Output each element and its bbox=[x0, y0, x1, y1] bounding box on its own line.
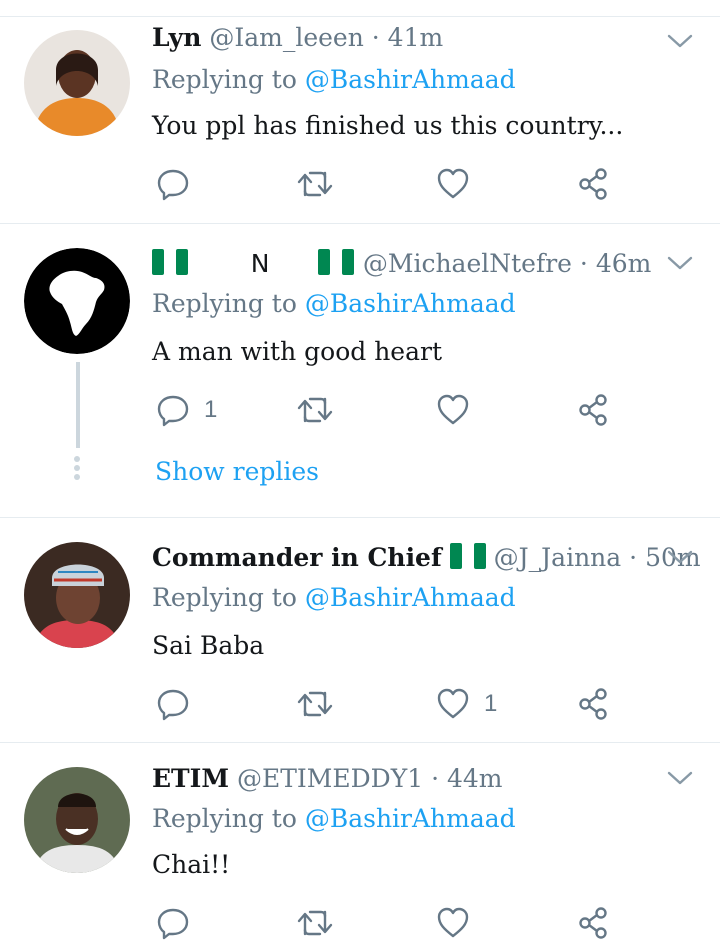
separator: · bbox=[431, 764, 440, 793]
retweet-icon bbox=[297, 171, 333, 197]
replying-to: Replying to @BashirAhmaad bbox=[152, 64, 516, 96]
tweet-header: N @MichaelNtefre · 46m bbox=[152, 248, 651, 280]
like-icon bbox=[437, 907, 469, 938]
timestamp[interactable]: 41m bbox=[388, 23, 444, 52]
replying-to: Replying to @BashirAhmaad bbox=[152, 288, 516, 320]
display-name-letter: N bbox=[250, 249, 270, 278]
retweet-button[interactable] bbox=[296, 164, 334, 204]
share-icon bbox=[579, 168, 607, 200]
replying-to-link[interactable]: @BashirAhmaad bbox=[305, 804, 516, 833]
like-icon bbox=[437, 168, 469, 199]
retweet-button[interactable] bbox=[296, 390, 334, 430]
tweet-header: Lyn @Iam_leeen · 41m bbox=[152, 22, 443, 54]
reply-icon bbox=[157, 395, 189, 427]
timestamp[interactable]: 46m bbox=[596, 249, 652, 278]
like-button[interactable] bbox=[436, 164, 484, 204]
tweet-actions: 1 bbox=[152, 684, 622, 724]
reply-button[interactable] bbox=[156, 903, 204, 943]
share-button[interactable] bbox=[576, 684, 610, 724]
like-button[interactable] bbox=[436, 903, 484, 943]
reply-button[interactable] bbox=[156, 164, 204, 204]
avatar[interactable] bbox=[24, 767, 130, 873]
show-replies-link[interactable]: Show replies bbox=[155, 456, 319, 488]
tweet-1[interactable]: Lyn @Iam_leeen · 41m Replying to @Bashir… bbox=[0, 0, 720, 223]
replying-to-link[interactable]: @BashirAhmaad bbox=[305, 583, 516, 612]
reply-icon bbox=[157, 169, 189, 201]
replying-prefix: Replying to bbox=[152, 65, 297, 94]
replying-prefix: Replying to bbox=[152, 804, 297, 833]
like-icon bbox=[437, 394, 469, 425]
handle[interactable]: @MichaelNtefre bbox=[363, 249, 572, 278]
tweet-4[interactable]: ETIM @ETIMEDDY1 · 44m Replying to @Bashi… bbox=[0, 743, 720, 944]
share-icon bbox=[579, 907, 607, 939]
tweet-actions bbox=[152, 903, 622, 943]
tweet-text: Sai Baba bbox=[152, 631, 265, 660]
retweet-button[interactable] bbox=[296, 684, 334, 724]
avatar[interactable] bbox=[24, 30, 130, 136]
handle[interactable]: @ETIMEDDY1 bbox=[237, 764, 423, 793]
share-button[interactable] bbox=[576, 390, 610, 430]
like-icon bbox=[437, 688, 469, 719]
share-button[interactable] bbox=[576, 164, 610, 204]
retweet-icon bbox=[297, 397, 333, 423]
thread-line bbox=[76, 362, 80, 448]
reply-button[interactable] bbox=[156, 684, 204, 724]
like-button[interactable] bbox=[436, 390, 484, 430]
separator: · bbox=[579, 249, 588, 278]
avatar[interactable] bbox=[24, 248, 130, 354]
retweet-icon bbox=[297, 910, 333, 936]
tweet-3[interactable]: Commander in Chief @J_Jainna · 50m Reply… bbox=[0, 518, 720, 742]
share-button[interactable] bbox=[576, 903, 610, 943]
tweet-text: A man with good heart bbox=[152, 337, 443, 366]
display-name[interactable]: Lyn bbox=[152, 23, 201, 52]
separator: · bbox=[629, 543, 638, 572]
replying-to: Replying to @BashirAhmaad bbox=[152, 582, 516, 614]
nigeria-flag-icon bbox=[318, 249, 355, 275]
tweet-2[interactable]: N @MichaelNtefre · 46m Replying to @Bash… bbox=[0, 224, 720, 517]
handle[interactable]: @Iam_leeen bbox=[209, 23, 363, 52]
tweet-header: Commander in Chief @J_Jainna · 50m bbox=[152, 542, 701, 574]
like-count: 1 bbox=[484, 690, 498, 717]
chevron-down-icon[interactable] bbox=[666, 769, 694, 787]
nigeria-flag-icon bbox=[152, 249, 188, 275]
display-name[interactable]: N bbox=[152, 249, 363, 278]
tweet-actions: 1 bbox=[152, 390, 622, 430]
tweet-header: ETIM @ETIMEDDY1 · 44m bbox=[152, 763, 503, 795]
chevron-down-icon[interactable] bbox=[666, 254, 694, 272]
display-name[interactable]: ETIM bbox=[152, 764, 229, 793]
separator: · bbox=[371, 23, 380, 52]
tweet-actions bbox=[152, 164, 622, 204]
reply-count: 1 bbox=[204, 396, 218, 423]
chevron-down-icon[interactable] bbox=[666, 548, 694, 566]
replying-to-link[interactable]: @BashirAhmaad bbox=[305, 289, 516, 318]
share-icon bbox=[579, 394, 607, 426]
replying-to-link[interactable]: @BashirAhmaad bbox=[305, 65, 516, 94]
chevron-down-icon[interactable] bbox=[666, 32, 694, 50]
nigeria-flag-icon bbox=[449, 543, 486, 569]
timestamp[interactable]: 44m bbox=[447, 764, 503, 793]
replying-prefix: Replying to bbox=[152, 289, 297, 318]
tweet-text: Chai!! bbox=[152, 850, 231, 879]
reply-icon bbox=[157, 908, 189, 940]
retweet-icon bbox=[297, 691, 333, 717]
like-button[interactable]: 1 bbox=[436, 684, 497, 724]
tweet-text: You ppl has finished us this country... bbox=[152, 111, 624, 140]
display-name[interactable]: Commander in Chief bbox=[152, 543, 442, 572]
avatar[interactable] bbox=[24, 542, 130, 648]
thread-dots bbox=[74, 456, 80, 483]
replying-to: Replying to @BashirAhmaad bbox=[152, 803, 516, 835]
share-icon bbox=[579, 688, 607, 720]
reply-icon bbox=[157, 689, 189, 721]
replying-prefix: Replying to bbox=[152, 583, 297, 612]
retweet-button[interactable] bbox=[296, 903, 334, 943]
reply-button[interactable]: 1 bbox=[156, 390, 217, 430]
handle[interactable]: @J_Jainna bbox=[494, 543, 622, 572]
